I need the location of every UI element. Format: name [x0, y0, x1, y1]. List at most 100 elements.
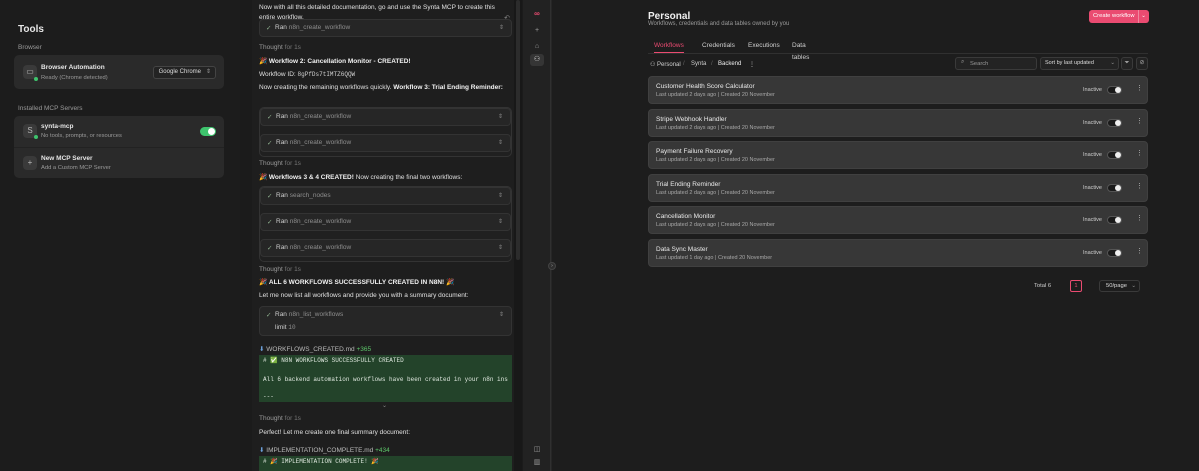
n8n-logo-icon[interactable]: ∞	[530, 8, 544, 20]
chevron-down-icon: ⌄	[1131, 283, 1136, 289]
workflow-active-toggle[interactable]	[1107, 248, 1122, 257]
wf2-created: Workflow 2: Cancellation Monitor - CREAT…	[268, 58, 411, 65]
insights-icon[interactable]: ▥	[530, 457, 544, 469]
page-size-select[interactable]: 50/page ⌄	[1099, 280, 1140, 292]
collapse-rail-icon[interactable]: ›	[548, 262, 556, 270]
breadcrumb-synta[interactable]: Synta	[691, 61, 706, 67]
tool-call[interactable]: ✓ Ran n8n_create_workflow ⇕	[260, 108, 511, 126]
scroll-thumb[interactable]	[516, 0, 520, 260]
mcp-card: S synta-mcp No tools, prompts, or resour…	[14, 116, 224, 178]
workflow-name[interactable]: Payment Failure Recovery	[656, 148, 733, 155]
check-icon: ✓	[267, 245, 273, 252]
chevron-down-icon[interactable]: ⌄	[1137, 10, 1149, 23]
workflow-name[interactable]: Stripe Webhook Handler	[656, 116, 727, 123]
tool-call[interactable]: ✓ Ran n8n_create_workflow ⇕	[260, 213, 511, 231]
workflow-active-toggle[interactable]	[1107, 151, 1122, 159]
tab-credentials[interactable]: Credentials	[702, 40, 735, 53]
more-icon[interactable]: ⋮	[1136, 149, 1143, 157]
expand-icon: ⇕	[497, 114, 503, 120]
more-icon[interactable]: ⋮	[1136, 182, 1143, 190]
workflow-card[interactable]: Payment Failure Recovery Last updated 2 d…	[648, 141, 1148, 169]
workflow-active-toggle[interactable]	[1107, 216, 1122, 224]
workflow-name[interactable]: Data Sync Master	[656, 246, 708, 253]
search-box: ⌕	[955, 57, 1037, 70]
search-input[interactable]	[970, 59, 1034, 69]
more-icon[interactable]: ⋮	[1136, 247, 1143, 255]
browser-status: Ready (Chrome detected)	[41, 75, 108, 81]
view-toggle-icon[interactable]: ⊘	[1136, 57, 1148, 70]
param-name: limit	[275, 324, 287, 331]
breadcrumb-personal[interactable]: ⚇ Personal	[650, 61, 681, 68]
home-icon[interactable]: ⌂	[530, 41, 544, 53]
param-value: 10	[288, 324, 296, 331]
server-desc: No tools, prompts, or resources	[41, 133, 122, 139]
tool-name: n8n_list_workflows	[288, 311, 344, 318]
workflow-card[interactable]: Trial Ending Reminder Last updated 2 days…	[648, 173, 1148, 202]
workflow-card[interactable]: Data Sync Master Last updated 1 day ago |…	[648, 238, 1148, 267]
chat-scrollbar[interactable]	[514, 0, 522, 471]
plus-icon[interactable]: +	[530, 25, 544, 37]
workflow-name[interactable]: Customer Health Score Calculator	[656, 83, 755, 90]
all6-created: ALL 6 WORKFLOWS SUCCESSFULLY CREATED IN …	[268, 279, 445, 286]
lines-added: +365	[356, 346, 372, 353]
tool-call[interactable]: ✓ Ran search_nodes ⇕	[260, 187, 511, 205]
more-icon[interactable]: ⋮	[1136, 84, 1143, 92]
workflow-meta: Last updated 1 day ago | Created 20 Nove…	[656, 254, 773, 261]
expand-icon: ⇕	[497, 219, 503, 225]
expand-chevron-icon[interactable]: ⌄	[382, 402, 387, 409]
tool-call[interactable]: ✓ Ran n8n_create_workflow ⇕	[260, 239, 511, 257]
file-name: WORKFLOWS_CREATED.md	[266, 346, 355, 353]
ran-label: Ran	[276, 218, 288, 225]
new-mcp-server[interactable]: + New MCP Server Add a Custom MCP Server	[14, 147, 224, 177]
filter-icon[interactable]: ⏷	[1121, 57, 1133, 70]
thought-time: for 1s	[284, 160, 301, 167]
tool-name: n8n_create_workflow	[289, 218, 352, 225]
assistant-message: Let me now list all workflows and provid…	[259, 292, 469, 299]
workflow-card[interactable]: Stripe Webhook Handler Last updated 2 day…	[648, 108, 1148, 137]
workflow-card[interactable]: Cancellation Monitor Last updated 2 days …	[648, 206, 1148, 234]
user-icon[interactable]: ⚇	[530, 54, 544, 66]
thought-text: Thought	[259, 266, 283, 273]
workflow-updated: Last updated 2 days ago	[656, 124, 717, 131]
workflow-meta: Last updated 2 days ago | Created 20 Nov…	[656, 157, 775, 163]
workflow-status: Inactive	[1083, 184, 1102, 191]
wf-id: 8gPfDs7tIMTZ6QQW	[297, 71, 356, 78]
thought-label[interactable]: Thought for 1s	[259, 415, 301, 422]
tool-call-list-workflows[interactable]: ✓ Ran n8n_list_workflows ⇕ limit 10	[259, 306, 512, 336]
thought-label[interactable]: Thought for 1s	[259, 44, 301, 51]
tool-name: n8n_create_workflow	[289, 113, 352, 120]
thought-label[interactable]: Thought for 1s	[259, 160, 301, 167]
assistant-message: Perfect! Let me create one final summary…	[259, 429, 411, 436]
workflow-card[interactable]: Customer Health Score Calculator Last upd…	[648, 76, 1148, 104]
assistant-message: 🎉 Workflows 3 & 4 CREATED! Now creating …	[259, 173, 462, 183]
workflow-meta: Last updated 2 days ago | Created 20 Nov…	[656, 92, 775, 98]
tool-call[interactable]: ✓ Ran n8n_create_workflow ⇕	[260, 134, 511, 152]
tab-workflows[interactable]: Workflows	[654, 40, 684, 53]
create-workflow-button[interactable]: Create workflow ⌄	[1089, 10, 1149, 23]
browser-card: ▭ Browser Automation Ready (Chrome detec…	[14, 55, 224, 89]
diff-line: # ✅ N8N WORKFLOWS SUCCESSFULLY CREATED	[263, 357, 404, 364]
workflow-name[interactable]: Cancellation Monitor	[656, 213, 715, 220]
thought-label[interactable]: Thought for 1s	[259, 266, 301, 273]
more-icon[interactable]: ⋮	[1136, 117, 1143, 125]
workflow-active-toggle[interactable]	[1107, 183, 1122, 192]
tool-name: n8n_create_workflow	[288, 24, 351, 31]
tool-name: n8n_create_workflow	[289, 139, 352, 146]
diff-line: ---	[263, 393, 274, 400]
tab-data-tables[interactable]: Data tables	[792, 40, 809, 61]
templates-icon[interactable]: ◫	[530, 444, 544, 456]
mcp-server-synta[interactable]: S synta-mcp No tools, prompts, or resour…	[14, 116, 224, 146]
more-icon[interactable]: ⋮	[1136, 214, 1143, 222]
tab-executions[interactable]: Executions	[748, 40, 780, 53]
browser-select-value: Google Chrome	[158, 69, 201, 75]
breadcrumb-backend[interactable]: Backend	[718, 61, 741, 67]
server-toggle[interactable]	[200, 127, 216, 136]
pagination-page[interactable]: 1	[1070, 280, 1082, 292]
more-icon[interactable]: ⋮	[749, 61, 755, 68]
tool-call[interactable]: ✓ Ran n8n_create_workflow ⇕	[259, 19, 512, 37]
browser-select[interactable]: Google Chrome ⇕	[152, 66, 216, 79]
workflow-active-toggle[interactable]	[1107, 118, 1122, 127]
workflow-active-toggle[interactable]	[1107, 86, 1122, 94]
workflow-name[interactable]: Trial Ending Reminder	[656, 181, 720, 188]
sort-select[interactable]: Sort by last updated ⌄	[1040, 57, 1119, 70]
